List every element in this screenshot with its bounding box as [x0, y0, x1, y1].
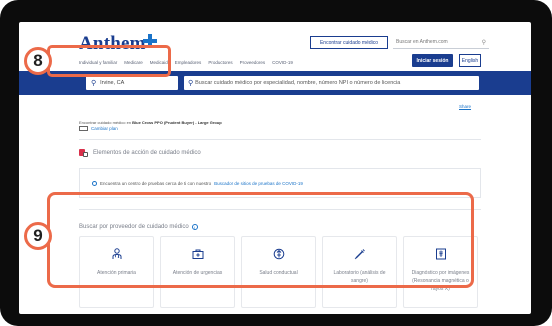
care-search-input[interactable]: ⚲ Buscar cuidado médico por especialidad…	[184, 76, 479, 90]
covid-test-site-link[interactable]: Buscador de sitios de pruebas de COVID-1…	[214, 181, 303, 186]
nav-item-covid[interactable]: COVID-19	[272, 60, 293, 65]
location-value: Irvine, CA	[100, 80, 125, 86]
find-care-button[interactable]: Encontrar cuidado médico	[310, 36, 388, 49]
card-icon	[79, 126, 88, 131]
language-button[interactable]: English	[459, 54, 481, 67]
nav-item-producers[interactable]: Productores	[208, 60, 232, 65]
action-items-heading: Elementos de acción de cuidado médico	[79, 149, 201, 157]
search-icon: ⚲	[188, 80, 194, 87]
share-link[interactable]: Share	[459, 104, 471, 109]
care-search-placeholder: Buscar cuidado médico por especialidad, …	[195, 80, 401, 86]
nav-item-providers[interactable]: Proveedores	[240, 60, 266, 65]
providers-callout-box	[47, 192, 474, 288]
callout-badge-9: 9	[24, 222, 52, 250]
plan-prefix: Encontrar cuidado médico en	[79, 120, 132, 125]
action-items-title: Elementos de acción de cuidado médico	[93, 150, 201, 156]
login-button[interactable]: Iniciar sesión	[412, 54, 453, 67]
plan-name: Blue Cross PPO (Prudent Buyer) - Large G…	[132, 120, 222, 125]
callout-badge-8: 8	[24, 47, 52, 75]
divider	[79, 139, 481, 140]
device-frame: Anthem Encontrar cuidado médico Buscar e…	[0, 0, 552, 326]
notice-text: Encuentra un centro de pruebas cerca de …	[100, 180, 212, 186]
plan-info: Encontrar cuidado médico en Blue Cross P…	[79, 120, 222, 125]
change-plan-label: Cambiar plan	[91, 126, 118, 131]
nav-item-employers[interactable]: Empleadores	[175, 60, 202, 65]
search-icon[interactable]: ⚲	[482, 39, 486, 46]
site-search-input[interactable]: Buscar en Anthem.com ⚲	[393, 36, 489, 49]
change-plan-link[interactable]: Cambiar plan	[79, 126, 118, 131]
clipboard-alert-icon	[79, 149, 88, 157]
location-pin-icon: ⚲	[91, 80, 97, 87]
site-search-placeholder: Buscar en Anthem.com	[396, 39, 448, 45]
info-icon	[92, 180, 97, 186]
location-input[interactable]: ⚲ Irvine, CA	[86, 76, 178, 90]
location-callout-box	[47, 45, 171, 77]
